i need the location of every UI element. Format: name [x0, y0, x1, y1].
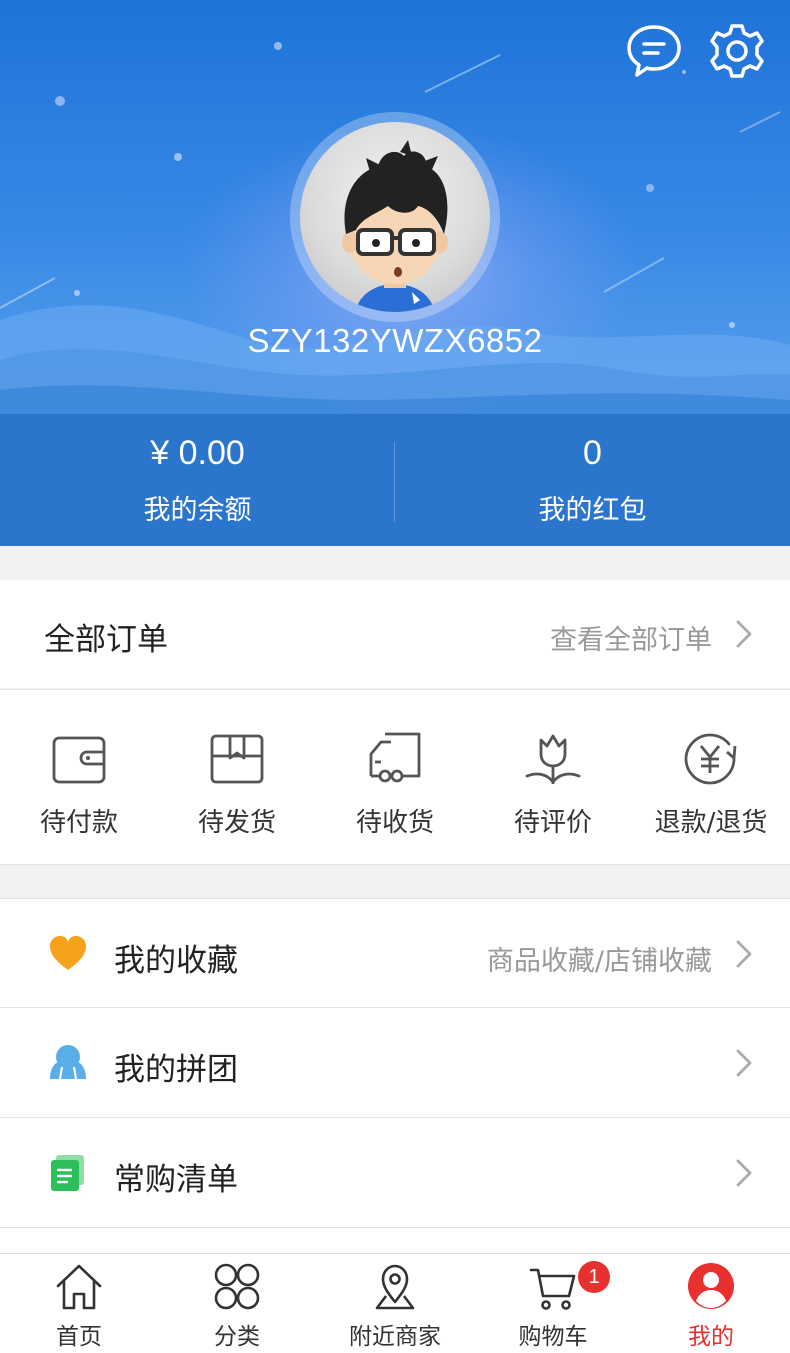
tab-category[interactable]: 分类: [158, 1254, 316, 1353]
chevron-right-icon: [736, 1049, 752, 1077]
order-pending-shipment[interactable]: 待发货: [158, 690, 316, 866]
profile-header: SZY132YWZX6852 ¥ 0.00 我的余额 0 我的红包: [0, 0, 790, 546]
username: SZY132YWZX6852: [247, 322, 543, 359]
tab-nearby[interactable]: 附近商家: [316, 1254, 474, 1353]
order-refund[interactable]: 退款/退货: [632, 690, 790, 866]
order-pending-payment[interactable]: 待付款: [0, 690, 158, 866]
chevron-right-icon: [736, 940, 752, 968]
view-all-orders-link[interactable]: 查看全部订单: [550, 618, 712, 657]
avatar-image: [300, 122, 490, 312]
all-orders-title: 全部订单: [44, 622, 168, 658]
tab-mine-label: 我的: [688, 1324, 734, 1350]
menu-item-frequent-list[interactable]: 常购清单: [0, 1118, 790, 1228]
menu-item-group-buy-title: 我的拼团: [114, 1052, 238, 1088]
menu-item-favorites[interactable]: 我的收藏 商品收藏/店铺收藏: [0, 898, 790, 1008]
order-pending-review-label: 待评价: [513, 808, 592, 838]
group-icon: [50, 1045, 86, 1080]
location-icon: [375, 1264, 415, 1310]
order-pending-payment-label: 待付款: [39, 808, 118, 838]
wallet-icon: [52, 736, 106, 784]
tab-home[interactable]: 首页: [0, 1254, 158, 1353]
redpacket-stat[interactable]: 0 我的红包: [395, 414, 790, 546]
menu-item-favorites-title: 我的收藏: [114, 943, 238, 979]
flower-icon: [525, 734, 581, 784]
list-icon: [51, 1155, 84, 1191]
user-icon: [688, 1263, 734, 1309]
cart-icon: [529, 1268, 576, 1310]
order-pending-shipment-label: 待发货: [197, 808, 276, 838]
wallet-stats: ¥ 0.00 我的余额 0 我的红包: [0, 414, 790, 546]
order-pending-receipt[interactable]: 待收货: [316, 690, 474, 866]
category-icon: [214, 1263, 260, 1310]
tab-category-label: 分类: [214, 1324, 260, 1350]
order-pending-review[interactable]: 待评价: [474, 690, 632, 866]
redpacket-label: 我的红包: [538, 495, 647, 526]
message-icon[interactable]: [625, 22, 683, 80]
tab-cart-label: 购物车: [518, 1324, 588, 1350]
all-orders-row[interactable]: 全部订单 查看全部订单: [0, 580, 790, 688]
package-icon: [210, 734, 264, 784]
chevron-right-icon: [736, 1159, 752, 1187]
tab-nearby-label: 附近商家: [349, 1324, 441, 1350]
balance-value: ¥ 0.00: [150, 434, 245, 472]
balance-label: 我的余额: [143, 495, 252, 526]
settings-gear-icon[interactable]: [708, 22, 766, 80]
redpacket-value: 0: [583, 434, 602, 472]
home-icon: [56, 1264, 102, 1310]
menu-list: 我的收藏 商品收藏/店铺收藏 我的拼团 常购清单: [0, 898, 790, 1258]
order-refund-label: 退款/退货: [654, 808, 768, 838]
tab-mine[interactable]: 我的: [632, 1254, 790, 1353]
bottom-tab-bar: 首页 分类 附近商家 购物车 我的: [0, 1253, 790, 1353]
truck-icon: [369, 732, 421, 783]
cart-badge: 1: [578, 1261, 610, 1293]
order-status-bar: 待付款 待发货 待收货 待评价 退款/退货: [0, 689, 790, 865]
yuan-refund-icon: [684, 733, 737, 785]
menu-item-favorites-sub: 商品收藏/店铺收藏: [486, 946, 712, 977]
chevron-right-icon: [736, 620, 752, 648]
avatar[interactable]: [290, 112, 500, 322]
menu-item-group-buy[interactable]: 我的拼团: [0, 1008, 790, 1118]
heart-icon: [50, 936, 86, 970]
menu-item-frequent-list-title: 常购清单: [114, 1162, 238, 1198]
balance-stat[interactable]: ¥ 0.00 我的余额: [0, 414, 395, 546]
tab-home-label: 首页: [56, 1324, 102, 1350]
order-pending-receipt-label: 待收货: [355, 808, 434, 838]
